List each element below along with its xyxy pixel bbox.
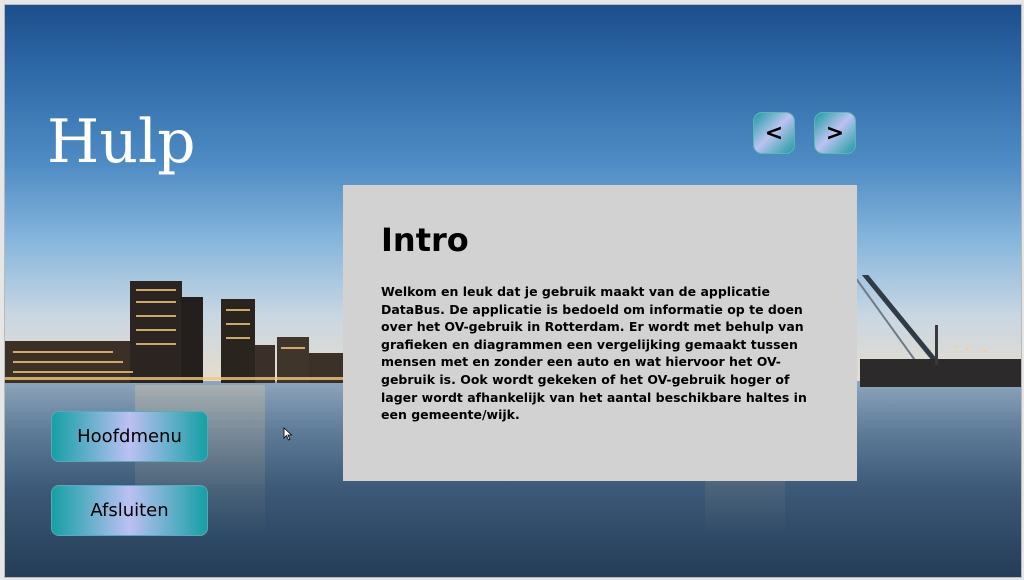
panel-heading: Intro	[381, 221, 469, 259]
main-menu-button[interactable]: Hoofdmenu	[51, 411, 208, 462]
app-window: Hulp < > Intro Welkom en leuk dat je geb…	[4, 4, 1022, 578]
page-title: Hulp	[47, 107, 196, 178]
help-panel: Intro Welkom en leuk dat je gebruik maak…	[343, 185, 857, 481]
previous-button[interactable]: <	[753, 112, 795, 154]
exit-label: Afsluiten	[90, 500, 169, 521]
mouse-pointer-icon	[283, 427, 293, 441]
next-label: >	[825, 120, 845, 146]
panel-body-text: Welkom en leuk dat je gebruik maakt van …	[381, 284, 807, 423]
main-menu-label: Hoofdmenu	[77, 426, 182, 447]
next-button[interactable]: >	[814, 112, 856, 154]
exit-button[interactable]: Afsluiten	[51, 485, 208, 536]
previous-label: <	[764, 120, 784, 146]
